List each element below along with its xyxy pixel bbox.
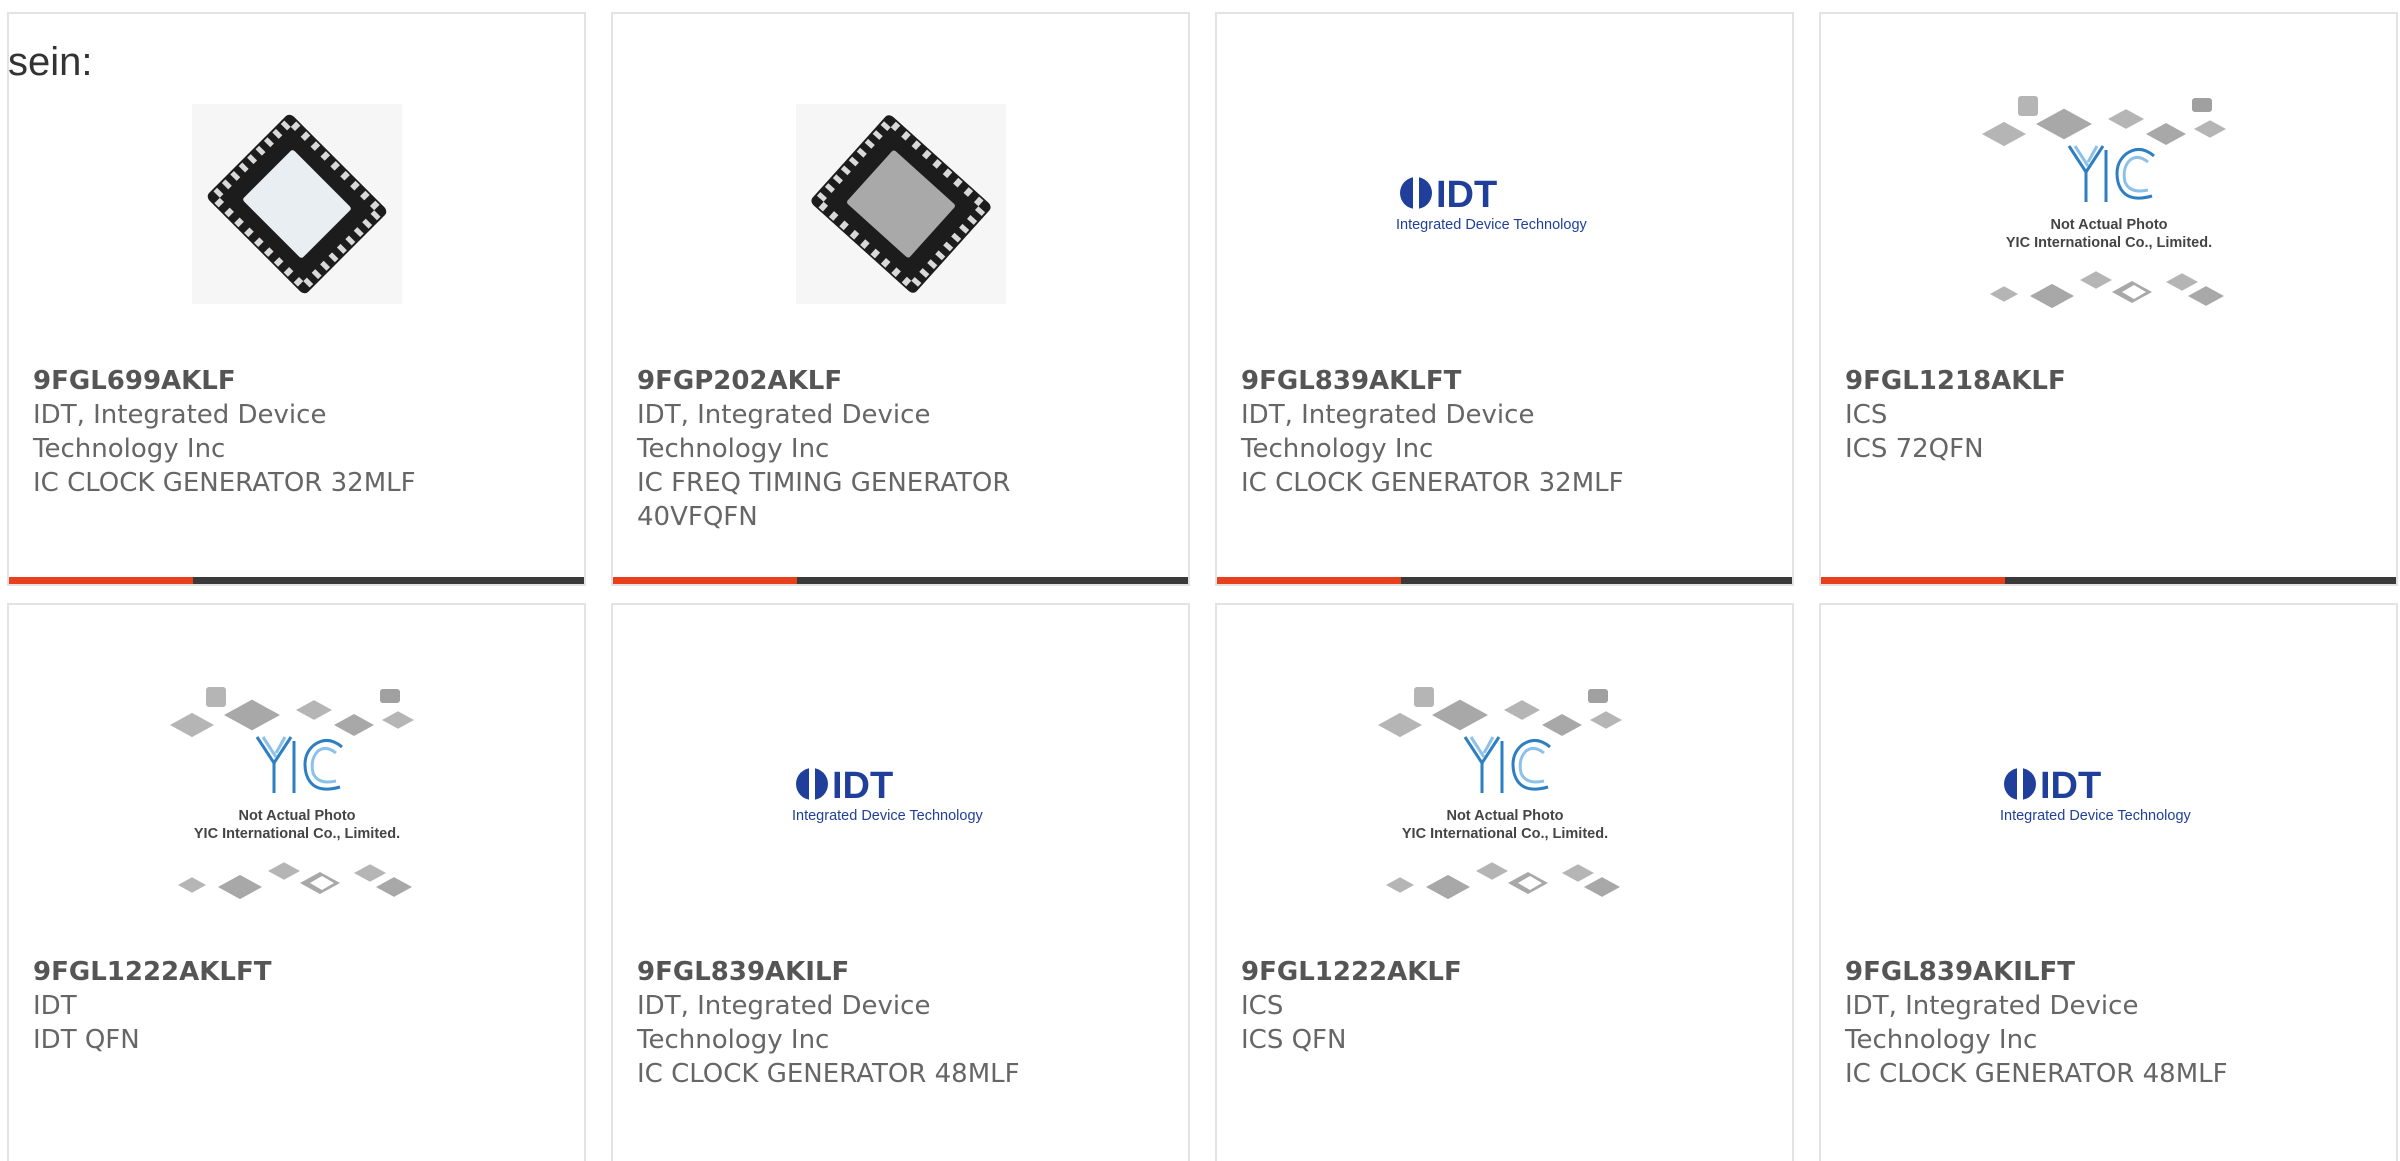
product-info: 9FGP202AKLF IDT, Integrated Device Technol… [637, 364, 1164, 534]
svg-text:YIC International Co., Limited: YIC International Co., Limited. [193, 826, 399, 842]
manufacturer-text: Technology Inc [1845, 1025, 2038, 1055]
product-card[interactable]: 9FGL699AKLF IDT, Integrated Device Technol… [7, 12, 586, 586]
part-number-link[interactable]: 9FGL839AKILFT [1845, 955, 2372, 989]
product-card[interactable]: IDT Integrated Device Technology 9FGL839AK… [1215, 12, 1794, 586]
description-text: ICS 72QFN [1845, 434, 1984, 464]
description-text: IDT QFN [33, 1025, 140, 1055]
part-number-link[interactable]: 9FGP202AKLF [637, 364, 1164, 398]
description-text: ICS QFN [1241, 1025, 1347, 1055]
manufacturer-text: Technology Inc [637, 1025, 830, 1055]
description-text: 40VFQFN [637, 502, 758, 532]
manufacturer-text: Technology Inc [637, 434, 830, 464]
part-number-link[interactable]: 9FGL1222AKLFT [33, 955, 560, 989]
not-actual-photo-placeholder: Not Actual Photo YIC International Co., L… [1981, 96, 2226, 309]
idt-logo-icon: IDTIntegrated Device Technology [792, 765, 984, 824]
description-text: IC CLOCK GENERATOR 32MLF [1241, 468, 1624, 498]
manufacturer-text: IDT [33, 991, 77, 1021]
svg-text:Integrated Device Technology: Integrated Device Technology [792, 808, 984, 824]
part-number-link[interactable]: 9FGL1222AKLF [1241, 955, 1768, 989]
intro-text: sein: [8, 40, 93, 84]
manufacturer-text: ICS [1845, 400, 1888, 430]
product-info: 9FGL1222AKLFT IDT IDT QFN [33, 955, 560, 1057]
chip-photo [191, 104, 402, 304]
product-card[interactable]: 9FGP202AKLF IDT, Integrated Device Technol… [611, 12, 1190, 586]
svg-text:Not Actual Photo: Not Actual Photo [238, 808, 355, 824]
svg-text:YIC International Co., Limited: YIC International Co., Limited. [2005, 235, 2211, 251]
card-accent-bar [1217, 577, 1792, 584]
svg-text:Not Actual Photo: Not Actual Photo [2050, 217, 2167, 233]
manufacturer-text: IDT, Integrated Device [33, 400, 327, 430]
card-accent-bar [613, 577, 1188, 584]
description-text: IC CLOCK GENERATOR 48MLF [1845, 1059, 2228, 1089]
manufacturer-text: IDT, Integrated Device [1241, 400, 1535, 430]
product-card[interactable]: Not Actual Photo YIC International Co., L… [1215, 603, 1794, 1161]
svg-text:Not Actual Photo: Not Actual Photo [1446, 808, 1563, 824]
product-card[interactable]: IDT Integrated Device Technology 9FGL839AK… [1819, 603, 2398, 1161]
product-image[interactable] [162, 84, 432, 324]
product-card[interactable]: Not Actual Photo YIC International Co., L… [7, 603, 586, 1161]
svg-text:IDT: IDT [832, 765, 893, 807]
card-accent-bar-fill [9, 577, 193, 584]
product-info: 9FGL1222AKLF ICS ICS QFN [1241, 955, 1768, 1057]
part-number-link[interactable]: 9FGL1218AKLF [1845, 364, 2372, 398]
description-text: IC FREQ TIMING GENERATOR [637, 468, 1011, 498]
product-image[interactable] [766, 84, 1036, 324]
part-number-link[interactable]: 9FGL699AKLF [33, 364, 560, 398]
chip-photo [795, 104, 1006, 304]
product-image[interactable]: Not Actual Photo YIC International Co., L… [1974, 84, 2244, 324]
card-accent-bar-fill [613, 577, 797, 584]
product-info: 9FGL1218AKLF ICS ICS 72QFN [1845, 364, 2372, 466]
card-accent-bar [1821, 577, 2396, 584]
product-card[interactable]: Not Actual Photo YIC International Co., L… [1819, 12, 2398, 586]
product-info: 9FGL839AKILF IDT, Integrated Device Techno… [637, 955, 1164, 1091]
not-actual-photo-placeholder: Not Actual Photo YIC International Co., L… [1377, 687, 1622, 900]
card-accent-bar-fill [1821, 577, 2005, 584]
not-actual-photo-placeholder: Not Actual Photo YIC International Co., L… [169, 687, 414, 900]
part-number-link[interactable]: 9FGL839AKILF [637, 955, 1164, 989]
part-number-link[interactable]: 9FGL839AKLFT [1241, 364, 1768, 398]
product-info: 9FGL699AKLF IDT, Integrated Device Technol… [33, 364, 560, 500]
product-image[interactable]: IDT Integrated Device Technology [766, 675, 1036, 915]
svg-text:Integrated Device Technology: Integrated Device Technology [1396, 217, 1588, 233]
product-card[interactable]: IDT Integrated Device Technology 9FGL839AK… [611, 603, 1190, 1161]
svg-text:IDT: IDT [1436, 174, 1497, 216]
manufacturer-text: IDT, Integrated Device [637, 991, 931, 1021]
manufacturer-text: ICS [1241, 991, 1284, 1021]
idt-logo-icon: IDTIntegrated Device Technology [1396, 174, 1588, 233]
manufacturer-text: IDT, Integrated Device [637, 400, 931, 430]
product-info: 9FGL839AKILFT IDT, Integrated Device Techn… [1845, 955, 2372, 1091]
product-info: 9FGL839AKLFT IDT, Integrated Device Techno… [1241, 364, 1768, 500]
manufacturer-text: Technology Inc [1241, 434, 1434, 464]
idt-logo-icon: IDTIntegrated Device Technology [2000, 765, 2192, 824]
description-text: IC CLOCK GENERATOR 48MLF [637, 1059, 1020, 1089]
card-accent-bar [9, 577, 584, 584]
svg-text:Integrated Device Technology: Integrated Device Technology [2000, 808, 2192, 824]
svg-text:IDT: IDT [2040, 765, 2101, 807]
manufacturer-text: Technology Inc [33, 434, 226, 464]
svg-text:YIC International Co., Limited: YIC International Co., Limited. [1401, 826, 1607, 842]
product-image[interactable]: IDT Integrated Device Technology [1370, 84, 1640, 324]
product-image[interactable]: Not Actual Photo YIC International Co., L… [162, 675, 432, 915]
card-accent-bar-fill [1217, 577, 1401, 584]
manufacturer-text: IDT, Integrated Device [1845, 991, 2139, 1021]
product-image[interactable]: Not Actual Photo YIC International Co., L… [1370, 675, 1640, 915]
description-text: IC CLOCK GENERATOR 32MLF [33, 468, 416, 498]
product-image[interactable]: IDT Integrated Device Technology [1974, 675, 2244, 915]
